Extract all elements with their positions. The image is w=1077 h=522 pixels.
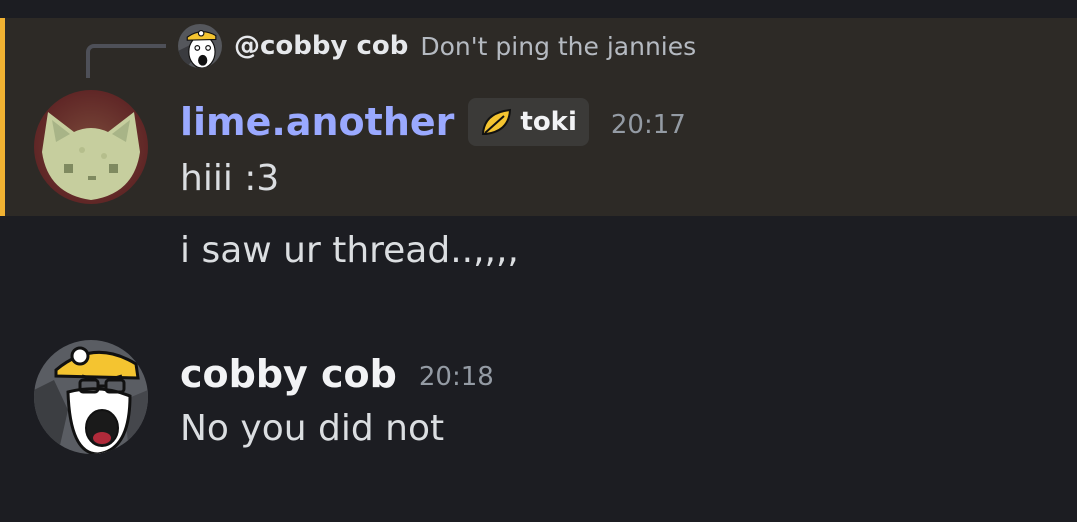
role-badge[interactable]: toki	[468, 98, 589, 146]
message-timestamp[interactable]: 20:18	[419, 356, 494, 392]
reply-avatar[interactable]	[178, 24, 222, 68]
cat-face-icon	[34, 90, 148, 204]
reply-author[interactable]: @cobby cob	[234, 31, 408, 61]
avatar-cobby-cob[interactable]	[34, 340, 148, 454]
message-header: cobby cob 20:18	[180, 348, 494, 400]
message-header: lime.another toki 20:17	[180, 96, 686, 148]
author-name[interactable]: lime.another	[180, 100, 454, 144]
leaf-icon	[482, 108, 512, 135]
reply-reference[interactable]: @cobby cob Don't ping the jannies	[178, 24, 696, 68]
role-badge-label: toki	[520, 107, 577, 137]
miner-face-icon	[178, 24, 222, 68]
reply-text-preview[interactable]: Don't ping the jannies	[420, 32, 696, 61]
chat-message-list: @cobby cob Don't ping the jannies lime.a…	[0, 0, 1077, 522]
message-text: No you did not	[180, 408, 445, 449]
author-name[interactable]: cobby cob	[180, 352, 397, 396]
message-text: hiii :3	[180, 158, 280, 199]
reply-connector	[86, 44, 166, 78]
miner-face-icon	[34, 340, 148, 454]
mention-highlight-bar	[0, 18, 5, 216]
avatar-lime-another[interactable]	[34, 90, 148, 204]
message-text: i saw ur thread..,,,,	[180, 230, 519, 271]
message-timestamp[interactable]: 20:17	[611, 104, 686, 140]
